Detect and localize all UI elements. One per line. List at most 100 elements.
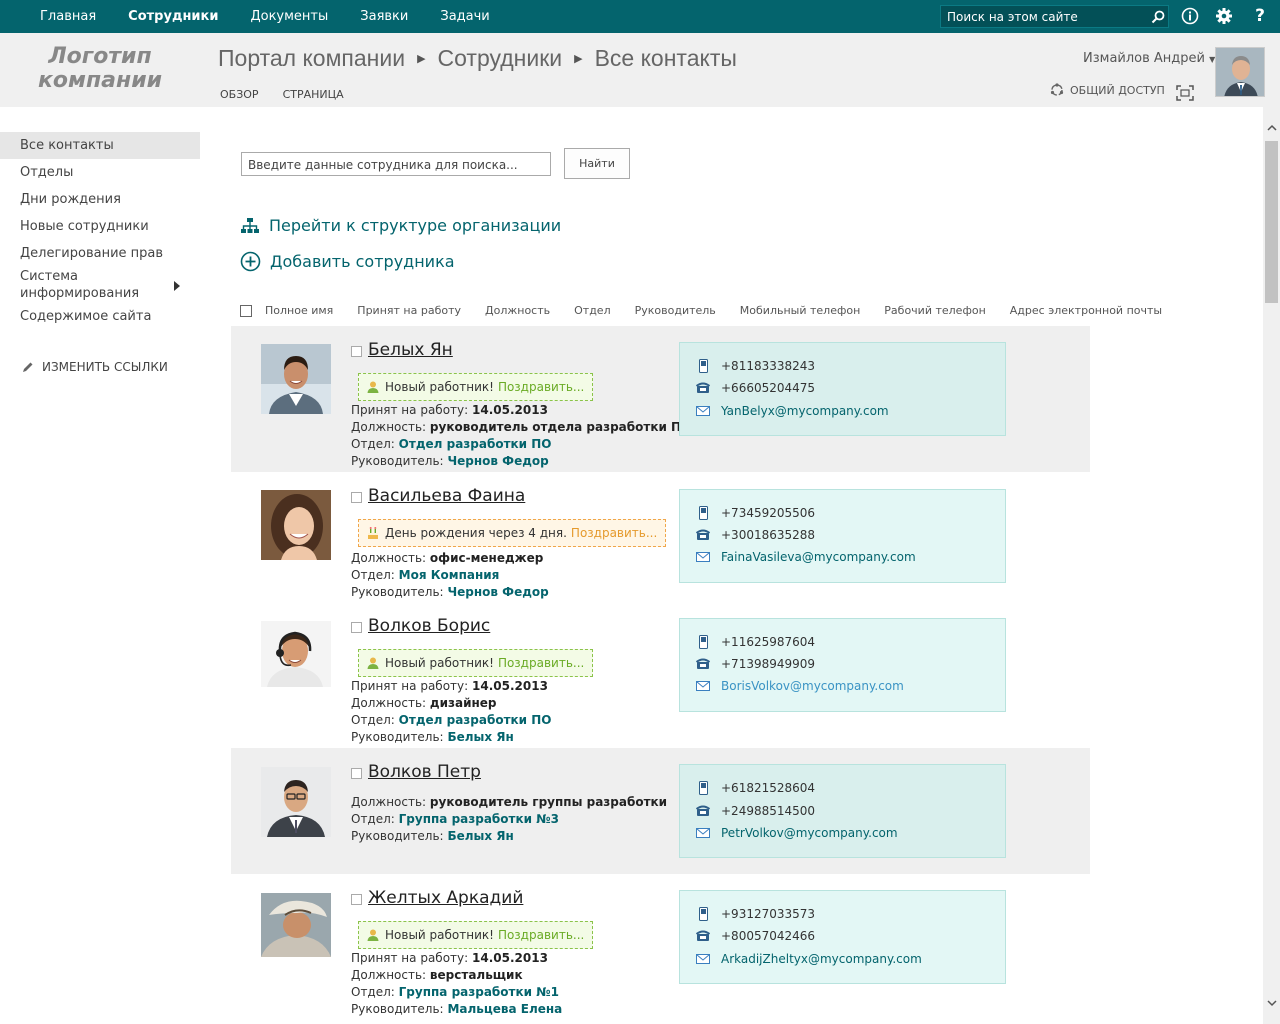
manager-link[interactable]: Белых Ян	[447, 829, 513, 843]
focus-content-icon[interactable]	[1176, 85, 1194, 101]
sidebar-item-all-contacts[interactable]: Все контакты	[0, 132, 200, 159]
sidebar-item-new-employees[interactable]: Новые сотрудники	[0, 213, 200, 240]
employee-details: Принят на работу: 14.05.2013 Должность: …	[351, 679, 552, 744]
mobile-phone-icon	[696, 506, 710, 520]
sidebar-item-info-system[interactable]: Система информирования	[0, 267, 200, 303]
table-row: Желтых Аркадий Новый работник! Поздравит…	[231, 874, 1090, 1024]
birthday-badge: День рождения через 4 дня. Поздравить...	[358, 519, 667, 547]
email-link[interactable]: YanBelyx@mycompany.com	[696, 404, 889, 418]
expand-arrow-icon[interactable]	[174, 281, 180, 291]
work-phone: +30018635288	[696, 528, 815, 542]
employee-photo[interactable]	[261, 893, 331, 957]
phone-icon	[696, 657, 710, 671]
column-hired[interactable]: Принят на работу	[357, 304, 461, 317]
row-checkbox[interactable]	[351, 492, 362, 503]
employee-photo[interactable]	[261, 490, 331, 560]
row-checkbox[interactable]	[351, 768, 362, 779]
sidebar-item-birthdays[interactable]: Дни рождения	[0, 186, 200, 213]
column-mobile-phone[interactable]: Мобильный телефон	[740, 304, 861, 317]
employee-search-input[interactable]: Введите данные сотрудника для поиска...	[241, 152, 551, 176]
sidebar-item-site-contents[interactable]: Содержимое сайта	[0, 303, 200, 330]
breadcrumb-portal[interactable]: Портал компании	[218, 45, 405, 72]
department-link[interactable]: Отдел разработки ПО	[399, 713, 552, 727]
manager-link[interactable]: Чернов Федор	[447, 454, 548, 468]
employee-name-link[interactable]: Желтых Аркадий	[368, 888, 523, 908]
column-work-phone[interactable]: Рабочий телефон	[884, 304, 985, 317]
department-link[interactable]: Группа разработки №1	[399, 985, 559, 999]
add-circle-icon	[240, 251, 261, 272]
mail-icon	[696, 952, 710, 966]
column-email[interactable]: Адрес электронной почты	[1010, 304, 1162, 317]
sidebar-item-delegation[interactable]: Делегирование прав	[0, 240, 200, 267]
share-button[interactable]: ОБЩИЙ ДОСТУП	[1050, 83, 1165, 97]
department-link[interactable]: Отдел разработки ПО	[399, 437, 552, 451]
employee-photo[interactable]	[261, 767, 331, 837]
manager-link[interactable]: Белых Ян	[447, 730, 513, 744]
tab-page[interactable]: СТРАНИЦА	[283, 88, 344, 101]
department-link[interactable]: Моя Компания	[399, 568, 500, 582]
column-department[interactable]: Отдел	[574, 304, 610, 317]
employee-name-link[interactable]: Белых Ян	[368, 340, 453, 360]
employee-photo[interactable]	[261, 621, 331, 687]
manager-link[interactable]: Чернов Федор	[447, 585, 548, 599]
user-menu[interactable]: Измайлов Андрей ▼	[1083, 51, 1215, 66]
congratulate-link[interactable]: Поздравить...	[571, 526, 657, 540]
department-link[interactable]: Группа разработки №3	[399, 812, 559, 826]
select-all-checkbox[interactable]	[240, 304, 252, 317]
vertical-scrollbar[interactable]	[1263, 107, 1280, 1024]
employee-photo[interactable]	[261, 344, 331, 414]
site-search-input[interactable]: Поиск на этом сайте	[941, 10, 1148, 24]
company-logo[interactable]: Логотип компании	[30, 45, 170, 93]
gear-icon[interactable]	[1214, 6, 1234, 26]
phone-icon	[696, 528, 710, 542]
hired-date: 14.05.2013	[472, 951, 548, 965]
topnav-home[interactable]: Главная	[24, 9, 112, 24]
mobile-phone: +11625987604	[696, 635, 815, 649]
info-icon[interactable]	[1180, 6, 1200, 26]
user-avatar[interactable]	[1215, 47, 1265, 97]
add-employee-link[interactable]: Добавить сотрудника	[240, 251, 455, 272]
topnav-documents[interactable]: Документы	[234, 9, 344, 24]
row-checkbox[interactable]	[351, 622, 362, 633]
column-manager[interactable]: Руководитель	[635, 304, 716, 317]
pencil-icon	[23, 362, 33, 372]
email-link[interactable]: PetrVolkov@mycompany.com	[696, 826, 898, 840]
search-button[interactable]: Найти	[564, 148, 630, 179]
work-phone: +71398949909	[696, 657, 815, 671]
scroll-down-icon[interactable]	[1263, 995, 1280, 1012]
breadcrumb-employees[interactable]: Сотрудники	[438, 45, 563, 72]
congratulate-link[interactable]: Поздравить...	[498, 380, 584, 394]
phone-icon	[696, 381, 710, 395]
column-full-name[interactable]: Полное имя	[265, 304, 333, 317]
mobile-phone-icon	[696, 907, 710, 921]
sidebar-item-departments[interactable]: Отделы	[0, 159, 200, 186]
email-link[interactable]: ArkadijZheltyx@mycompany.com	[696, 952, 922, 966]
topnav-employees[interactable]: Сотрудники	[112, 9, 234, 24]
tab-overview[interactable]: ОБЗОР	[220, 88, 259, 101]
employee-name-link[interactable]: Волков Петр	[368, 762, 481, 782]
topnav-tasks[interactable]: Задачи	[424, 9, 505, 24]
manager-link[interactable]: Мальцева Елена	[447, 1002, 562, 1016]
email-link[interactable]: BorisVolkov@mycompany.com	[696, 679, 904, 693]
mail-icon	[696, 550, 710, 564]
org-structure-link[interactable]: Перейти к структуре организации	[240, 216, 561, 235]
row-checkbox[interactable]	[351, 894, 362, 905]
edit-links-button[interactable]: ИЗМЕНИТЬ ССЫЛКИ	[22, 360, 168, 374]
employee-name-link[interactable]: Волков Борис	[368, 616, 490, 636]
column-position[interactable]: Должность	[485, 304, 550, 317]
scrollbar-thumb[interactable]	[1265, 141, 1278, 303]
search-icon[interactable]	[1148, 7, 1168, 27]
scroll-up-icon[interactable]	[1263, 119, 1280, 136]
congratulate-link[interactable]: Поздравить...	[498, 928, 584, 942]
congratulate-link[interactable]: Поздравить...	[498, 656, 584, 670]
mobile-phone: +93127033573	[696, 907, 815, 921]
new-employee-badge: Новый работник! Поздравить...	[358, 373, 594, 401]
email-link[interactable]: FainaVasileva@mycompany.com	[696, 550, 916, 564]
help-icon[interactable]: ?	[1250, 6, 1270, 26]
topnav-requests[interactable]: Заявки	[344, 9, 424, 24]
row-checkbox[interactable]	[351, 346, 362, 357]
position-value: верстальщик	[429, 968, 523, 982]
site-search-box[interactable]: Поиск на этом сайте	[940, 5, 1169, 28]
employee-name-link[interactable]: Васильева Фаина	[368, 486, 525, 506]
contact-card: +81183338243 +66605204475 YanBelyx@mycom…	[679, 342, 1006, 436]
